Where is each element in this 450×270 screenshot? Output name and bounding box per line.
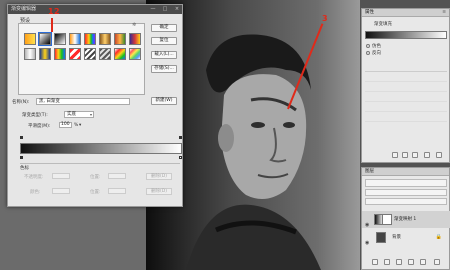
- load-button[interactable]: 载入(L)...: [151, 51, 177, 59]
- preset-swatch[interactable]: [84, 33, 96, 45]
- delete-button-2: 删除(D): [146, 188, 172, 195]
- location-label-2: 位置:: [90, 190, 101, 195]
- annotation-2: 2: [54, 7, 60, 16]
- layers-toolbar: [365, 179, 447, 207]
- adjustment-icon[interactable]: [408, 259, 414, 265]
- panel-rows: [365, 71, 447, 133]
- preset-swatch[interactable]: [54, 33, 66, 45]
- gradient-type-label: 渐变类型(T):: [22, 113, 48, 118]
- stops-group: 色标 不透明度: 位置: 删除(D) 颜色: 位置: 删除(D): [20, 163, 180, 203]
- stops-label: 色标: [20, 166, 29, 171]
- chevron-down-icon: ▾: [89, 112, 92, 117]
- smoothness-field[interactable]: 100: [59, 122, 72, 128]
- color-label: 颜色:: [30, 190, 41, 195]
- preset-swatch[interactable]: [99, 33, 111, 45]
- save-button[interactable]: 存储(S)...: [151, 65, 177, 73]
- layers-panel-title: 图层: [365, 169, 374, 174]
- presets-grid: [18, 23, 145, 95]
- gradient-map-preview[interactable]: [365, 31, 447, 39]
- gradient-type-select[interactable]: 实底 ▾: [64, 111, 94, 118]
- mask-thumbnail: [382, 214, 392, 225]
- minimize-icon[interactable]: —: [150, 5, 156, 14]
- preset-swatch[interactable]: [114, 33, 126, 45]
- preset-swatch[interactable]: [114, 48, 126, 60]
- ok-button[interactable]: 确定: [151, 24, 177, 32]
- trash-icon[interactable]: [434, 259, 440, 265]
- chevron-down-icon[interactable]: ▾: [79, 123, 81, 128]
- link-icon[interactable]: [372, 259, 378, 265]
- annotation-3: 3: [322, 14, 328, 23]
- mask-icon[interactable]: [396, 259, 402, 265]
- trash-icon[interactable]: [436, 152, 442, 158]
- maximize-icon[interactable]: □: [162, 5, 168, 14]
- layer-name: 渐变映射 1: [394, 217, 417, 222]
- fx-icon[interactable]: [384, 259, 390, 265]
- opacity-field: [52, 173, 70, 179]
- radio-reverse[interactable]: 反向: [366, 50, 381, 56]
- gradient-type-value: 实底: [67, 112, 76, 117]
- location-label-1: 位置:: [90, 175, 101, 180]
- color-swatch: [52, 188, 70, 194]
- dialog-title: 渐变编辑器: [11, 6, 37, 12]
- preset-swatch[interactable]: [24, 33, 36, 45]
- preset-swatch[interactable]: [69, 33, 81, 45]
- visibility-icon[interactable]: [424, 152, 430, 158]
- layer-thumbnail: [376, 232, 386, 243]
- gear-icon[interactable]: ✲: [132, 22, 136, 28]
- layer-row-gradient-map[interactable]: ◉ 渐变映射 1: [362, 211, 450, 228]
- layer-name: 背景: [392, 235, 401, 240]
- properties-panel: 属性 ≡ 渐变填充 仿色 反向: [361, 8, 450, 163]
- new-button[interactable]: 新建(W): [151, 97, 177, 105]
- folder-icon[interactable]: [420, 259, 426, 265]
- name-field[interactable]: 黑, 白渐变: [36, 98, 130, 105]
- panel-menu-icon[interactable]: ≡: [442, 9, 446, 16]
- smoothness-label: 平滑度(M):: [28, 124, 51, 129]
- preset-swatch[interactable]: [39, 48, 51, 60]
- undo-icon[interactable]: [412, 152, 418, 158]
- lock-icon: 🔒: [435, 234, 442, 240]
- delete-button-1: 删除(D): [146, 173, 172, 180]
- preset-swatch[interactable]: [24, 48, 36, 60]
- layer-type-label: 渐变填充: [374, 22, 392, 27]
- smoothness-unit: %: [74, 123, 79, 128]
- opacity-stop-left[interactable]: [20, 136, 23, 139]
- preset-swatch[interactable]: [99, 48, 111, 60]
- opacity-label: 不透明度:: [24, 175, 44, 180]
- preset-swatch[interactable]: [69, 48, 81, 60]
- layers-panel: 图层 ◉ 渐变映射 1 ◉ 背景 🔒: [361, 167, 450, 270]
- color-stop-left[interactable]: [20, 156, 23, 159]
- view-icon[interactable]: [402, 152, 408, 158]
- annotation-arrow-1: [51, 18, 53, 32]
- opacity-stop-right[interactable]: [179, 136, 182, 139]
- gradient-editor-dialog: 渐变编辑器 — □ × 预设 ✲ 1 2 确定 复位 载入(L)... 存储(S…: [7, 4, 183, 207]
- layer-row-background[interactable]: ◉ 背景 🔒: [362, 229, 450, 246]
- properties-panel-title: 属性: [365, 10, 374, 15]
- location-field-2: [108, 188, 126, 194]
- location-field-1: [108, 173, 126, 179]
- annotation-1: 1: [48, 7, 54, 16]
- preset-swatch[interactable]: [38, 32, 52, 46]
- preset-swatch[interactable]: [84, 48, 96, 60]
- clip-icon[interactable]: [392, 152, 398, 158]
- gradient-preview-bar[interactable]: [20, 143, 182, 154]
- name-label: 名称(N):: [12, 100, 30, 105]
- radio-dither[interactable]: 仿色: [366, 43, 381, 49]
- color-stop-right[interactable]: [179, 156, 182, 159]
- preset-swatch[interactable]: [129, 33, 141, 45]
- preset-swatch[interactable]: [129, 48, 141, 60]
- dialog-title-bar[interactable]: 渐变编辑器 — □ ×: [8, 5, 182, 14]
- preset-swatch[interactable]: [54, 48, 66, 60]
- reset-button[interactable]: 复位: [151, 37, 177, 45]
- close-icon[interactable]: ×: [174, 5, 180, 14]
- eye-icon[interactable]: ◉: [365, 235, 369, 252]
